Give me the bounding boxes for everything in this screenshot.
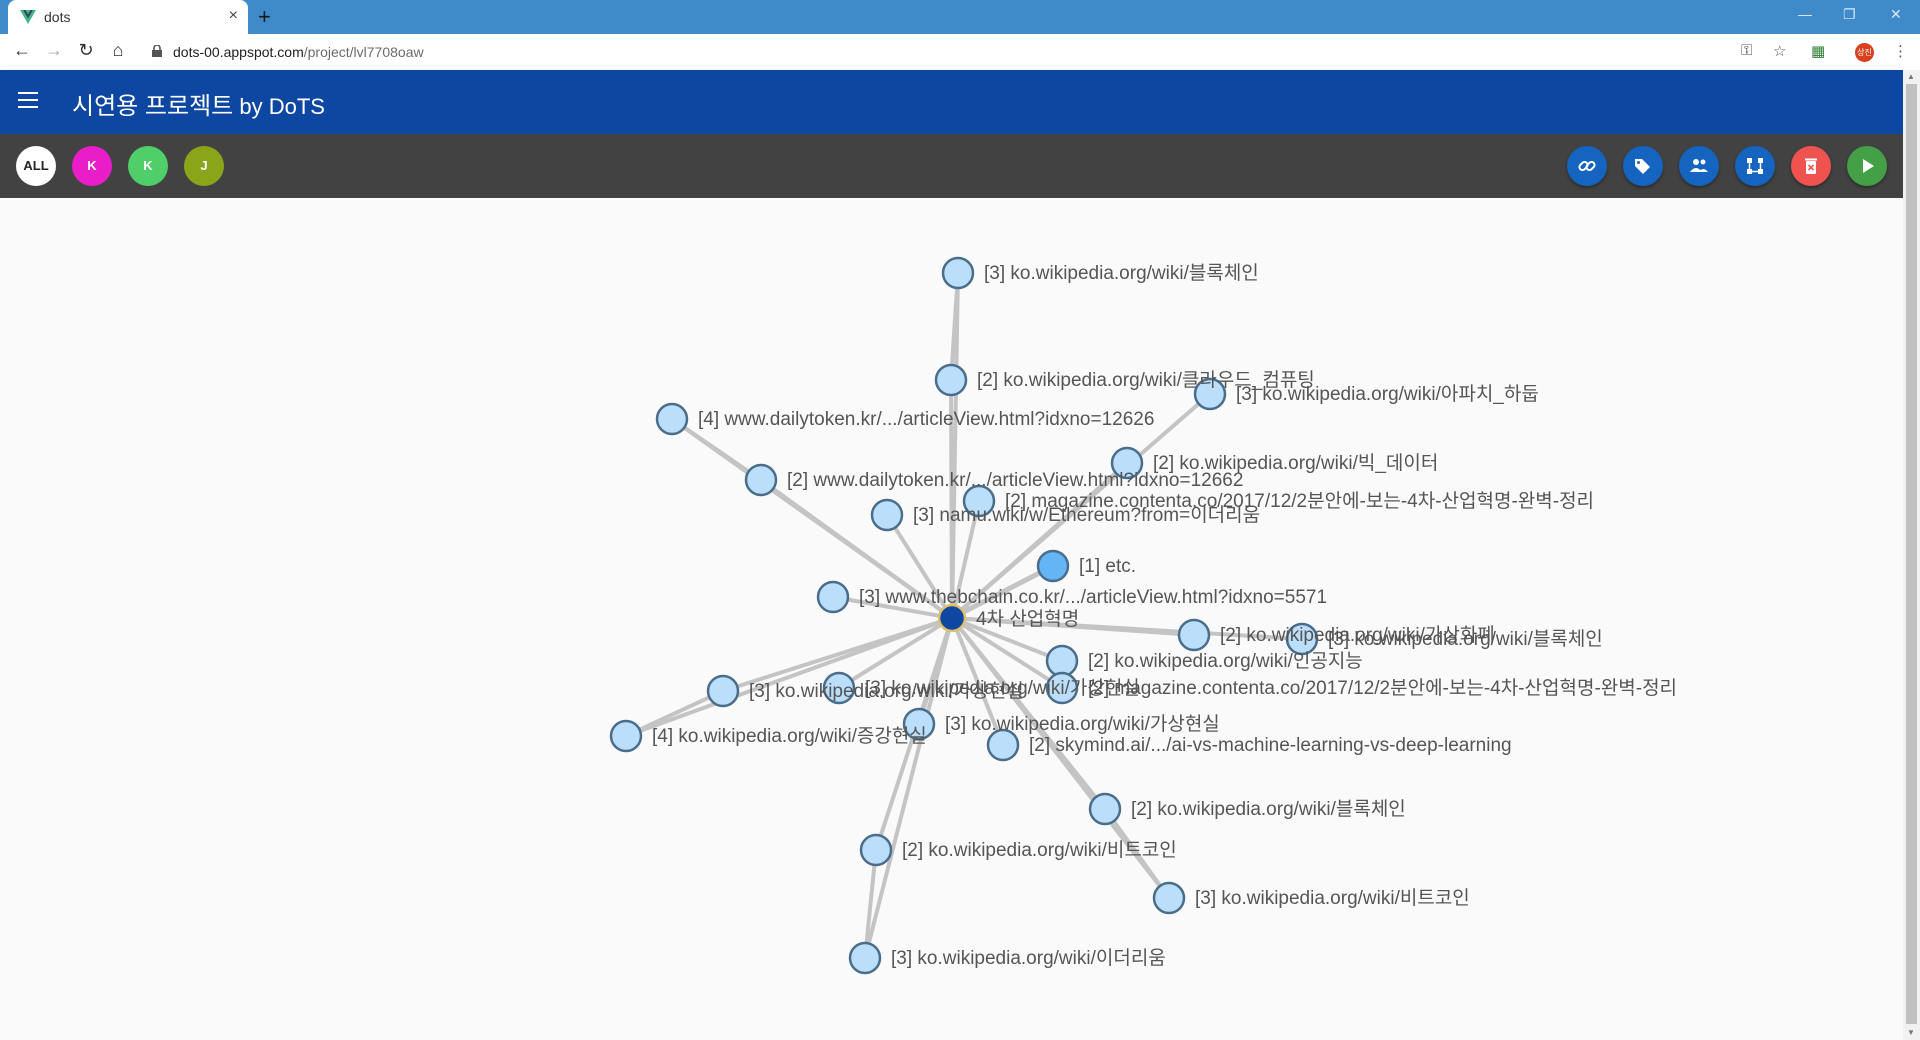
restore-icon[interactable]: ❐ — [1843, 6, 1856, 23]
flow-button[interactable] — [1735, 146, 1775, 186]
graph-node[interactable] — [609, 719, 643, 753]
graph-node-label: [2] www.dailytoken.kr/.../articleView.ht… — [787, 470, 1243, 491]
graph-node[interactable] — [1088, 792, 1122, 826]
home-icon[interactable]: ⌂ — [106, 40, 130, 61]
graph-node-label: [3] ko.wikipedia.org/wiki/가상현실 — [749, 680, 1024, 702]
play-icon — [1863, 159, 1874, 173]
graph-node-label: [2] ko.wikipedia.org/wiki/비트코인 — [902, 839, 1177, 861]
members-button[interactable] — [1679, 146, 1719, 186]
scroll-up-icon[interactable]: ▲ — [1907, 72, 1915, 81]
flow-icon — [1747, 158, 1763, 174]
close-window-icon[interactable]: ✕ — [1890, 6, 1902, 23]
graph-node[interactable] — [706, 674, 740, 708]
tags-icon — [1635, 159, 1650, 174]
filter-all-chip[interactable]: ALL — [16, 146, 56, 186]
url-path: /project/lvl7708oaw — [303, 44, 424, 60]
graph-node[interactable] — [744, 463, 778, 497]
project-title: 시연용 프로젝트 — [72, 93, 234, 120]
reload-icon[interactable]: ↻ — [74, 40, 98, 61]
extension-icon[interactable]: ▦ — [1811, 42, 1825, 60]
graph-node[interactable] — [655, 402, 689, 436]
user-filter-chip[interactable]: K — [128, 146, 168, 186]
browser-tab[interactable]: dots × — [8, 0, 248, 34]
forward-icon[interactable]: → — [42, 40, 66, 61]
profile-avatar[interactable]: 상진 — [1855, 43, 1874, 62]
tab-close-icon[interactable]: × — [229, 7, 238, 25]
graph-edge — [625, 616, 953, 738]
graph-center-label: 4차 산업혁명 — [976, 608, 1079, 630]
new-tab-button[interactable]: + — [258, 4, 271, 30]
page-title: 시연용 프로젝트 by DoTS — [72, 86, 325, 121]
graph-nodes — [609, 256, 1319, 975]
delete-button[interactable] — [1791, 146, 1831, 186]
graph-node-label: [4] ko.wikipedia.org/wiki/증강현실 — [652, 725, 927, 747]
play-button[interactable] — [1847, 146, 1887, 186]
graph-node[interactable] — [934, 363, 968, 397]
delete-icon — [1805, 158, 1817, 174]
graph-node-label: [3] ko.wikipedia.org/wiki/블록체인 — [1328, 628, 1603, 650]
tags-button[interactable] — [1623, 146, 1663, 186]
graph-node-label: [3] ko.wikipedia.org/wiki/가상현실 — [945, 713, 1220, 735]
graph-node[interactable] — [1036, 549, 1070, 583]
graph-node[interactable] — [816, 580, 850, 614]
graph-node-label: [4] www.dailytoken.kr/.../articleView.ht… — [698, 409, 1154, 430]
user-filter-chip[interactable]: J — [184, 146, 224, 186]
people-icon — [1690, 159, 1708, 172]
graph-node-label: [3] ko.wikipedia.org/wiki/블록체인 — [984, 262, 1259, 284]
link-icon — [1578, 160, 1596, 172]
scrollbar-thumb[interactable] — [1906, 84, 1917, 1024]
graph-center-node[interactable] — [937, 603, 967, 633]
graph-node-label: [3] namu.wiki/w/Ethereum?from=이더리움 — [913, 504, 1260, 526]
lock-icon — [152, 45, 162, 57]
graph-node[interactable] — [859, 833, 893, 867]
graph-node[interactable] — [1045, 644, 1079, 678]
key-icon[interactable]: ⚿ — [1741, 42, 1752, 59]
page-scrollbar[interactable]: ▲ ▼ — [1903, 70, 1920, 1040]
mind-map-graph[interactable]: [3] ko.wikipedia.org/wiki/블록체인[2] ko.wik… — [0, 198, 1903, 1040]
graph-canvas[interactable]: [3] ko.wikipedia.org/wiki/블록체인 [2] ko.wik… — [0, 198, 1903, 1040]
graph-node-label: [3] ko.wikipedia.org/wiki/아파치_하둡 — [1236, 383, 1539, 405]
graph-node[interactable] — [1152, 881, 1186, 915]
user-filter-chip[interactable]: K — [72, 146, 112, 186]
filter-toolbar: ALL K K J — [0, 134, 1903, 198]
address-bar[interactable]: dots-00.appspot.com/project/lvl7708oaw — [173, 44, 424, 60]
graph-node-label: [3] ko.wikipedia.org/wiki/이더리움 — [891, 947, 1166, 969]
menu-dots-icon[interactable]: ⋮ — [1893, 42, 1908, 60]
browser-toolbar: ← → ↻ ⌂ dots-00.appspot.com/project/lvl7… — [0, 34, 1920, 71]
browser-tab-bar: dots × + — ❐ ✕ — [0, 0, 1920, 34]
link-button[interactable] — [1567, 146, 1607, 186]
graph-node[interactable] — [870, 498, 904, 532]
tab-title: dots — [44, 9, 71, 25]
hamburger-menu-icon[interactable] — [18, 92, 38, 108]
graph-node-label: [2] ko.wikipedia.org/wiki/인공지능 — [1088, 650, 1363, 672]
app-header: 시연용 프로젝트 by DoTS — [0, 70, 1903, 134]
graph-node-label: [3] ko.wikipedia.org/wiki/비트코인 — [1195, 887, 1470, 909]
graph-node[interactable] — [941, 256, 975, 290]
graph-node-label: [3] www.thebchain.co.kr/.../articleView.… — [859, 587, 1327, 608]
back-icon[interactable]: ← — [10, 40, 34, 61]
graph-node-label: [2] magazine.contenta.co/2017/12/2분안에-보는… — [1088, 677, 1677, 699]
star-icon[interactable]: ☆ — [1773, 42, 1786, 60]
graph-node-label: [2] skymind.ai/.../ai-vs-machine-learnin… — [1029, 735, 1512, 756]
graph-node[interactable] — [1177, 618, 1211, 652]
graph-edge — [863, 617, 954, 959]
graph-node-label: [1] etc. — [1079, 556, 1136, 577]
graph-labels: [3] ko.wikipedia.org/wiki/블록체인[2] ko.wik… — [652, 262, 1677, 969]
vue-logo-icon — [20, 10, 36, 24]
project-by-label: by DoTS — [233, 94, 325, 119]
scroll-down-icon[interactable]: ▼ — [1907, 1028, 1915, 1037]
graph-node-label: [2] ko.wikipedia.org/wiki/블록체인 — [1131, 798, 1406, 820]
minimize-icon[interactable]: — — [1798, 6, 1812, 22]
graph-node[interactable] — [848, 941, 882, 975]
url-host: dots-00.appspot.com — [173, 44, 304, 60]
